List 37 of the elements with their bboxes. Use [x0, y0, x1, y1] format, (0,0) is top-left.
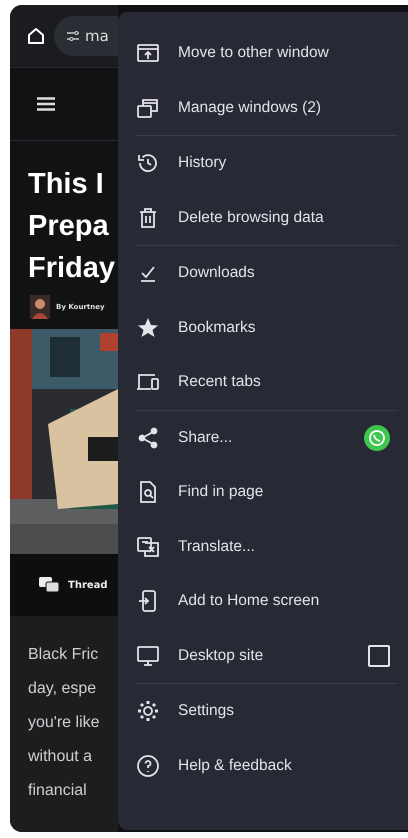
- article-text: you're like: [28, 713, 101, 733]
- share-icon: [136, 426, 160, 450]
- menu-item[interactable]: Manage windows (2): [118, 80, 408, 135]
- article-text: without a: [28, 747, 94, 767]
- menu-item[interactable]: Downloads: [118, 246, 408, 300]
- article-title: This I: [28, 167, 105, 202]
- article-text: day, espe: [28, 679, 98, 699]
- menu-item[interactable]: Share...: [118, 410, 408, 465]
- menu-item[interactable]: Bookmarks: [118, 300, 408, 355]
- chat-app-icon[interactable]: [364, 424, 390, 451]
- menu-item[interactable]: Desktop site: [118, 628, 408, 683]
- menu-item[interactable]: History: [118, 136, 408, 190]
- menu-icon[interactable]: [37, 97, 55, 111]
- checkbox[interactable]: [368, 644, 390, 667]
- address-bar[interactable]: ma: [54, 16, 118, 56]
- article-text: financial: [28, 781, 88, 801]
- star-icon: [136, 316, 160, 340]
- menu-item[interactable]: Help & feedback: [118, 738, 408, 793]
- article-title: Prepa: [28, 209, 110, 244]
- menu-item[interactable]: Recent tabs: [118, 355, 408, 410]
- tune-icon: [66, 30, 80, 42]
- share-label[interactable]: Thread: [68, 580, 108, 590]
- menu-item[interactable]: Settings: [118, 684, 408, 738]
- avatar: [30, 295, 50, 319]
- settings-icon: [136, 699, 160, 724]
- menu-item[interactable]: Find in page: [118, 465, 408, 520]
- help-icon: [136, 754, 160, 778]
- article-title: Friday: [28, 251, 116, 286]
- chat-icon: [38, 576, 60, 594]
- menu-item[interactable]: Add to Home screen: [118, 574, 408, 628]
- article-text: Black Fric: [28, 645, 100, 665]
- home-icon[interactable]: [26, 26, 46, 46]
- menu-item[interactable]: Move to other window: [118, 26, 408, 80]
- translate-icon: [136, 534, 160, 559]
- menu-item[interactable]: Delete browsing data: [118, 190, 408, 245]
- menu-item[interactable]: Translate...: [118, 520, 408, 574]
- monitor-icon: [136, 644, 160, 668]
